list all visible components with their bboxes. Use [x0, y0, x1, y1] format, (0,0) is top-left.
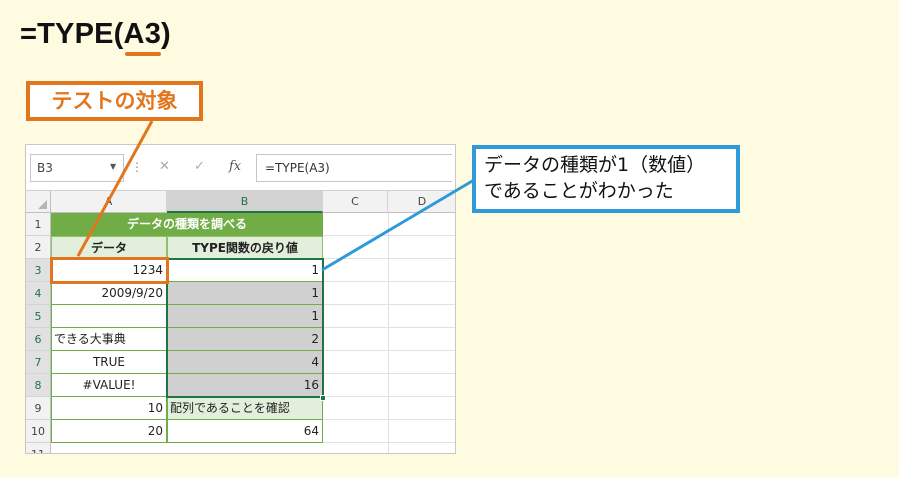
- cell-b6[interactable]: 2: [167, 328, 323, 351]
- gridline: [323, 442, 455, 443]
- cell-a6[interactable]: できる大事典: [51, 328, 167, 351]
- gridline: [388, 213, 389, 453]
- cell-b8[interactable]: 16: [167, 374, 323, 397]
- close-icon[interactable]: ✕: [159, 154, 170, 180]
- row-header-4[interactable]: 4: [26, 282, 51, 305]
- formula-title: =TYPE(A3): [20, 18, 171, 56]
- gridline: [323, 281, 455, 282]
- cell-a3[interactable]: 1234: [51, 259, 167, 282]
- row-header-9[interactable]: 9: [26, 397, 51, 420]
- check-icon[interactable]: ✓: [194, 154, 205, 180]
- test-target-callout: テストの対象: [26, 81, 203, 121]
- chevron-down-icon[interactable]: ▼: [110, 154, 116, 180]
- cell-b3[interactable]: 1: [167, 259, 323, 282]
- cell-a8[interactable]: #VALUE!: [51, 374, 167, 397]
- column-header-d[interactable]: D: [388, 191, 455, 213]
- result-callout-line1: データの種類が1（数値）: [484, 154, 706, 176]
- cell-a7[interactable]: TRUE: [51, 351, 167, 374]
- cell-a4[interactable]: 2009/9/20: [51, 282, 167, 305]
- gridline: [323, 419, 455, 420]
- formula-suffix: ): [161, 18, 171, 50]
- excel-window: B3 ▼ ⋮ ✕ ✓ fx =TYPE(A3) A B C D 1 2 3 4 …: [25, 144, 456, 454]
- row-header-2[interactable]: 2: [26, 236, 51, 259]
- row-header-10[interactable]: 10: [26, 420, 51, 443]
- row-header-3[interactable]: 3: [26, 259, 51, 282]
- gridline: [323, 327, 455, 328]
- cell-a10[interactable]: 20: [51, 420, 167, 443]
- column-header-c[interactable]: C: [323, 191, 388, 213]
- cell-b10[interactable]: 64: [167, 420, 323, 443]
- select-all-button[interactable]: [26, 191, 51, 213]
- row-header-11[interactable]: 11: [26, 443, 51, 453]
- more-icon: ⋮: [131, 160, 143, 174]
- header-return-value[interactable]: TYPE関数の戻り値: [167, 236, 323, 259]
- cell-a9[interactable]: 10: [51, 397, 167, 420]
- formula-bar: B3 ▼ ⋮ ✕ ✓ fx =TYPE(A3): [26, 145, 455, 191]
- cell-b7[interactable]: 4: [167, 351, 323, 374]
- row-header-7[interactable]: 7: [26, 351, 51, 374]
- fill-handle[interactable]: [320, 395, 326, 401]
- header-data[interactable]: データ: [51, 236, 167, 259]
- gridline: [323, 373, 455, 374]
- gridline: [323, 235, 455, 236]
- gridline: [323, 304, 455, 305]
- row-header-5[interactable]: 5: [26, 305, 51, 328]
- cell-b9[interactable]: 配列であることを確認: [167, 397, 323, 420]
- column-header-b[interactable]: B: [167, 191, 323, 213]
- formula-prefix: =TYPE(: [20, 18, 124, 50]
- column-header-a[interactable]: A: [51, 191, 167, 213]
- row-header-6[interactable]: 6: [26, 328, 51, 351]
- cell-b5[interactable]: 1: [167, 305, 323, 328]
- row-header-8[interactable]: 8: [26, 374, 51, 397]
- row-header-1[interactable]: 1: [26, 213, 51, 236]
- result-callout-line2: であることがわかった: [484, 180, 674, 202]
- formula-argument: A3: [123, 18, 162, 56]
- gridline: [323, 350, 455, 351]
- formula-input[interactable]: =TYPE(A3): [256, 154, 452, 182]
- cell-a5[interactable]: [51, 305, 167, 328]
- gridline: [323, 258, 455, 259]
- cell-b4[interactable]: 1: [167, 282, 323, 305]
- gridline: [323, 396, 455, 397]
- result-callout: データの種類が1（数値） であることがわかった: [472, 145, 740, 213]
- insert-function-button[interactable]: fx: [229, 154, 241, 180]
- table-title[interactable]: データの種類を調べる: [51, 213, 323, 236]
